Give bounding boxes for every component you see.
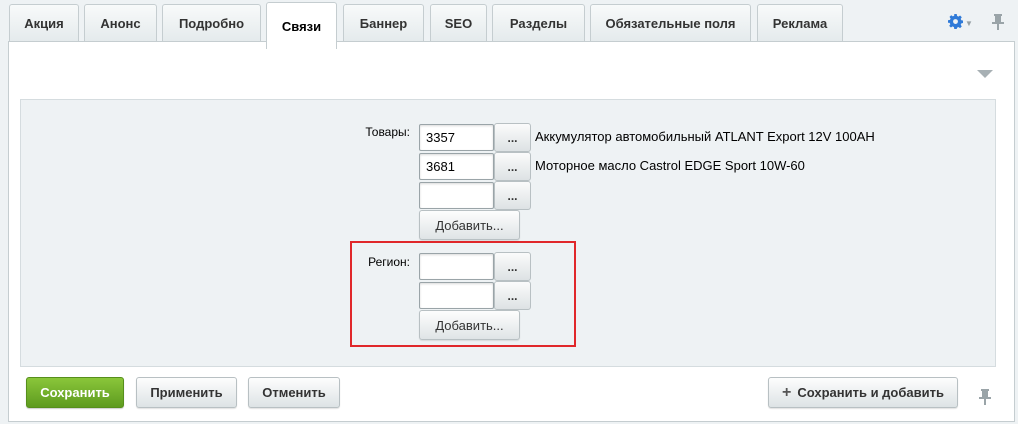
- add-region-button[interactable]: Добавить...: [419, 310, 520, 340]
- tab-seo[interactable]: SEO: [430, 4, 487, 42]
- settings-menu[interactable]: ▼: [948, 14, 978, 32]
- tab-akciya[interactable]: Акция: [9, 4, 79, 42]
- tab-svyazi[interactable]: Связи: [266, 2, 337, 49]
- region-label: Регион:: [368, 255, 410, 269]
- product-id-input-1[interactable]: [419, 124, 494, 151]
- product-id-input-3[interactable]: [419, 182, 494, 209]
- products-label: Товары:: [365, 125, 410, 139]
- product-id-input-2[interactable]: [419, 153, 494, 180]
- tab-podrobno[interactable]: Подробно: [162, 4, 261, 42]
- tab-reklama[interactable]: Реклама: [757, 4, 843, 42]
- region-browse-button-1[interactable]: ...: [494, 252, 531, 281]
- tab-anons[interactable]: Анонс: [84, 4, 157, 42]
- save-and-add-button[interactable]: + Сохранить и добавить: [768, 377, 958, 408]
- apply-button[interactable]: Применить: [136, 377, 237, 408]
- product-name-2: Моторное масло Castrol EDGE Sport 10W-60: [535, 158, 805, 173]
- save-button[interactable]: Сохранить: [26, 377, 124, 408]
- pin-icon[interactable]: [991, 13, 1005, 31]
- collapse-arrow-icon[interactable]: [977, 70, 993, 78]
- region-browse-button-2[interactable]: ...: [494, 281, 531, 310]
- product-browse-button-2[interactable]: ...: [494, 152, 531, 181]
- region-input-1[interactable]: [419, 253, 494, 280]
- footer-pin-icon[interactable]: [978, 388, 992, 406]
- region-input-2[interactable]: [419, 282, 494, 309]
- product-browse-button-3[interactable]: ...: [494, 181, 531, 210]
- product-name-1: Аккумулятор автомобильный ATLANT Export …: [535, 129, 875, 144]
- add-product-button[interactable]: Добавить...: [419, 210, 520, 240]
- gear-icon: [948, 14, 964, 32]
- chevron-down-icon: ▼: [965, 18, 973, 28]
- product-browse-button-1[interactable]: ...: [494, 123, 531, 152]
- tab-banner[interactable]: Баннер: [343, 4, 424, 42]
- plus-icon: +: [782, 383, 792, 401]
- save-and-add-label: Сохранить и добавить: [797, 385, 944, 400]
- cancel-button[interactable]: Отменить: [248, 377, 340, 408]
- tab-obyazatelnye-polya[interactable]: Обязательные поля: [590, 4, 751, 42]
- tab-razdely[interactable]: Разделы: [492, 4, 585, 42]
